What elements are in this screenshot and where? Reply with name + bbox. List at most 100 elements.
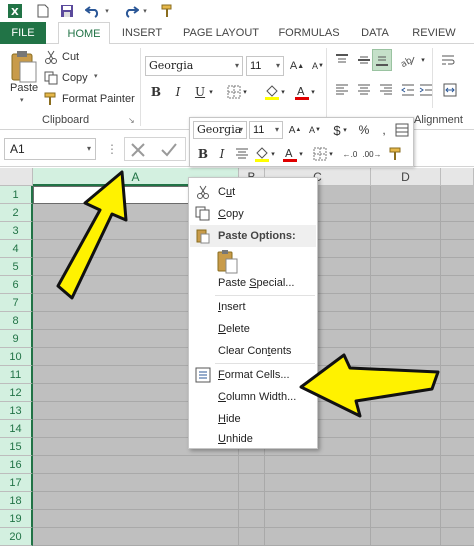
mini-increase-font-icon[interactable]: A ▲ [285,120,305,140]
format-painter-button[interactable]: Format Painter [62,93,135,105]
tab-home[interactable]: HOME [58,22,110,45]
paste-icon[interactable] [6,50,40,86]
copy-icon[interactable] [44,71,58,85]
fill-color-dropdown-icon[interactable]: ▾ [278,82,288,102]
align-right-icon[interactable] [376,80,396,100]
underline-dropdown-icon[interactable]: ▾ [206,82,216,102]
align-left-icon[interactable] [332,80,352,100]
name-box-dropdown-icon[interactable]: ▾ [87,139,91,159]
menu-item-unhide[interactable]: Unhide [190,430,316,448]
font-color-dropdown-icon[interactable]: ▾ [308,82,318,102]
row-header[interactable]: 17 [0,474,33,492]
merge-center-icon[interactable] [440,80,460,100]
font-size-combo[interactable]: 11 ▾ [246,56,284,76]
increase-indent-icon[interactable] [416,80,436,100]
mini-decrease-decimal-icon[interactable]: .00→ [362,144,382,164]
row-header[interactable]: 8 [0,312,33,330]
row-header[interactable]: 10 [0,348,33,366]
row-header[interactable]: 20 [0,528,33,546]
orientation-dropdown-icon[interactable]: ▾ [418,50,428,70]
mini-borders-dropdown-icon[interactable]: ▾ [326,144,336,164]
row-header[interactable]: 12 [0,384,33,402]
row-header[interactable]: 14 [0,420,33,438]
copy-button[interactable]: Copy [62,72,88,84]
mini-font-name-dropdown-icon[interactable]: ▾ [239,122,243,138]
menu-item-delete[interactable]: Delete [190,318,316,340]
font-size-dropdown-icon[interactable]: ▾ [276,57,280,75]
clipboard-launcher-icon[interactable]: ↘ [128,116,135,125]
column-header-d[interactable]: D [371,168,441,186]
tab-page-layout[interactable]: PAGE LAYOUT [180,22,262,44]
font-name-dropdown-icon[interactable]: ▾ [235,57,239,75]
decrease-indent-icon[interactable] [398,80,418,100]
italic-button[interactable]: I [168,82,188,102]
mini-comma-icon[interactable]: , [374,120,394,140]
align-bottom-icon[interactable] [372,49,392,71]
mini-percent-button[interactable]: % [354,120,374,140]
wrap-text-icon[interactable] [438,50,458,70]
mini-table-format-icon[interactable] [392,120,412,140]
menu-item-cut[interactable]: Cut [190,181,316,203]
bold-button[interactable]: B [146,82,166,102]
select-all-corner[interactable] [0,168,33,186]
menu-item-column-width[interactable]: Column Width... [190,386,316,408]
row-header[interactable]: 3 [0,222,33,240]
borders-dropdown-icon[interactable]: ▾ [240,82,250,102]
mini-font-name-combo[interactable]: Georgia ▾ [193,121,247,139]
menu-item-insert[interactable]: Insert [190,296,316,318]
mini-currency-dropdown-icon[interactable]: ▾ [340,120,350,140]
row-header[interactable]: 7 [0,294,33,312]
row-header[interactable]: 2 [0,204,33,222]
row-header[interactable]: 9 [0,330,33,348]
row-header[interactable]: 5 [0,258,33,276]
menu-item-clear-contents[interactable]: Clear Contents [190,340,316,362]
undo-icon[interactable] [84,2,102,20]
row-header[interactable]: 4 [0,240,33,258]
tab-data[interactable]: DATA [354,22,396,44]
format-painter-icon[interactable] [44,92,58,106]
format-painter-qat-icon[interactable] [158,2,176,20]
menu-item-copy[interactable]: Copy [190,203,316,225]
tab-file[interactable]: FILE [0,22,46,44]
mini-italic-button[interactable]: I [212,144,232,164]
mini-format-painter-icon[interactable] [386,144,406,164]
paste-dropdown-icon[interactable]: ▾ [20,96,24,104]
paste-button[interactable]: Paste [10,82,38,94]
align-top-icon[interactable] [332,50,352,70]
row-header[interactable]: 15 [0,438,33,456]
mini-align-center-icon[interactable] [232,144,252,164]
save-icon[interactable] [58,2,76,20]
row-header[interactable]: 19 [0,510,33,528]
menu-item-paste-special[interactable]: Paste Special... [190,272,316,294]
mini-bold-button[interactable]: B [193,144,213,164]
redo-icon[interactable] [122,2,140,20]
mini-font-color-dropdown-icon[interactable]: ▾ [296,144,306,164]
new-document-icon[interactable] [34,2,52,20]
mini-fill-color-dropdown-icon[interactable]: ▾ [268,144,278,164]
increase-font-size-icon[interactable]: A ▲ [287,56,307,76]
cancel-entry-icon[interactable] [129,141,147,159]
row-header[interactable]: 18 [0,492,33,510]
menu-item-format-cells[interactable]: Format Cells... [190,364,316,386]
excel-logo-icon[interactable]: X [6,2,24,20]
mini-font-size-dropdown-icon[interactable]: ▾ [275,122,279,138]
name-box[interactable]: A1 ▾ [4,138,96,160]
row-header[interactable]: 11 [0,366,33,384]
decrease-font-size-icon[interactable]: A ▼ [308,56,328,76]
orientation-icon[interactable]: ab [398,50,418,70]
row-header[interactable]: 16 [0,456,33,474]
font-name-combo[interactable]: Georgia ▾ [145,56,243,76]
align-middle-icon[interactable] [354,50,374,70]
menu-item-hide[interactable]: Hide [190,408,316,430]
cut-button[interactable]: Cut [62,51,79,63]
copy-dropdown-icon[interactable]: ▾ [94,72,98,80]
tab-review[interactable]: REVIEW [408,22,460,44]
undo-dropdown-icon[interactable]: ▾ [102,2,112,20]
align-center-icon[interactable] [354,80,374,100]
mini-increase-decimal-icon[interactable]: ←.0 [340,144,360,164]
column-header-e[interactable] [441,168,474,186]
mini-font-size-combo[interactable]: 11 ▾ [249,121,283,139]
row-header[interactable]: 13 [0,402,33,420]
scissors-icon[interactable] [44,50,58,64]
redo-dropdown-icon[interactable]: ▾ [140,2,150,20]
